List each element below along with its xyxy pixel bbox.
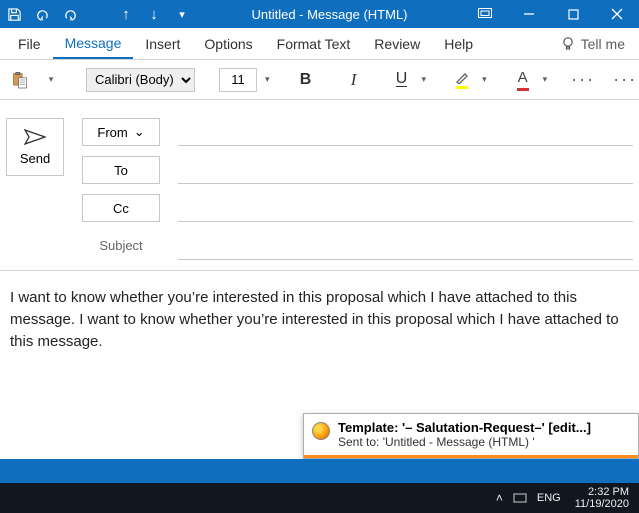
taskbar-clock[interactable]: 2:32 PM 11/19/2020	[575, 486, 629, 510]
windows-taskbar: ˄ ENG 2:32 PM 11/19/2020	[0, 483, 639, 513]
chevron-down-icon: ⌄	[134, 124, 145, 140]
minimize-button[interactable]	[507, 0, 551, 28]
title-bar: ↑ ↓ ▾ Untitled - Message (HTML)	[0, 0, 639, 28]
from-field[interactable]	[178, 118, 633, 146]
to-button[interactable]: To	[82, 156, 160, 184]
ribbon-toolbar: ▾ Calibri (Body) ▾ B I U ▾ ▾ A ▾ ··· ···	[0, 60, 639, 100]
from-button[interactable]: From ⌄	[82, 118, 160, 146]
tell-me[interactable]: Tell me	[553, 36, 633, 52]
font-name-select[interactable]: Calibri (Body)	[86, 68, 195, 92]
font-color-dropdown[interactable]: ▾	[543, 74, 548, 85]
subject-label: Subject	[82, 232, 160, 253]
more-commands[interactable]: ···	[571, 66, 595, 94]
italic-button[interactable]: I	[342, 66, 366, 94]
undo-icon[interactable]	[28, 0, 56, 28]
redo-icon[interactable]	[56, 0, 84, 28]
font-size-select[interactable]	[219, 68, 257, 92]
from-label: From	[97, 125, 127, 140]
paste-button[interactable]	[8, 66, 32, 94]
cc-label: Cc	[113, 201, 129, 216]
font-color-button[interactable]: A	[511, 66, 535, 94]
tab-format-text[interactable]: Format Text	[265, 28, 363, 59]
arrow-up-icon[interactable]: ↑	[112, 0, 140, 28]
toast-subtitle: Sent to: 'Untitled - Message (HTML) '	[338, 435, 591, 449]
send-icon	[24, 129, 46, 145]
ribbon-overflow[interactable]: ···	[613, 66, 637, 94]
toast-title: Template: '– Salutation-Request–' [edit.…	[338, 420, 591, 435]
tray-chevron-icon[interactable]: ˄	[496, 491, 503, 505]
highlight-button[interactable]	[450, 66, 474, 94]
message-body[interactable]: I want to know whether you’re interested…	[0, 271, 639, 368]
window-title: Untitled - Message (HTML)	[196, 7, 463, 22]
underline-dropdown[interactable]: ▾	[422, 74, 427, 85]
quick-access-toolbar: ↑ ↓ ▾	[0, 0, 196, 28]
bold-button[interactable]: B	[294, 66, 318, 94]
tell-me-label: Tell me	[581, 36, 625, 52]
subject-field[interactable]	[178, 232, 633, 260]
ribbon-display-options-icon[interactable]	[463, 0, 507, 28]
tab-review[interactable]: Review	[362, 28, 432, 59]
system-tray[interactable]: ˄ ENG	[496, 491, 561, 505]
tab-insert[interactable]: Insert	[133, 28, 192, 59]
paste-dropdown[interactable]: ▾	[38, 66, 62, 94]
cc-button[interactable]: Cc	[82, 194, 160, 222]
tray-language[interactable]: ENG	[537, 492, 561, 504]
to-field[interactable]	[178, 156, 633, 184]
cc-field[interactable]	[178, 194, 633, 222]
qat-customize-icon[interactable]: ▾	[168, 0, 196, 28]
send-button[interactable]: Send	[6, 118, 64, 176]
tab-message[interactable]: Message	[53, 28, 134, 59]
tray-input-icon[interactable]	[513, 492, 527, 504]
to-label: To	[114, 163, 128, 178]
tab-file[interactable]: File	[6, 28, 53, 59]
send-label: Send	[20, 151, 50, 166]
compose-header: Send From ⌄ To Cc Subject	[0, 100, 639, 271]
taskbar-date: 11/19/2020	[575, 498, 629, 510]
highlight-dropdown[interactable]: ▾	[482, 74, 487, 85]
arrow-down-icon[interactable]: ↓	[140, 0, 168, 28]
template-toast[interactable]: Template: '– Salutation-Request–' [edit.…	[303, 413, 639, 459]
close-button[interactable]	[595, 0, 639, 28]
tab-options[interactable]: Options	[192, 28, 264, 59]
underline-button[interactable]: U	[390, 66, 414, 94]
lightbulb-icon	[561, 36, 575, 52]
font-size-dropdown[interactable]: ▾	[265, 74, 270, 85]
maximize-button[interactable]	[551, 0, 595, 28]
save-icon[interactable]	[0, 0, 28, 28]
ribbon-tabs: File Message Insert Options Format Text …	[0, 28, 639, 60]
toast-icon	[312, 422, 330, 440]
tab-help[interactable]: Help	[432, 28, 485, 59]
status-bar	[0, 459, 639, 483]
toast-progress	[304, 455, 638, 458]
taskbar-time: 2:32 PM	[588, 486, 629, 498]
